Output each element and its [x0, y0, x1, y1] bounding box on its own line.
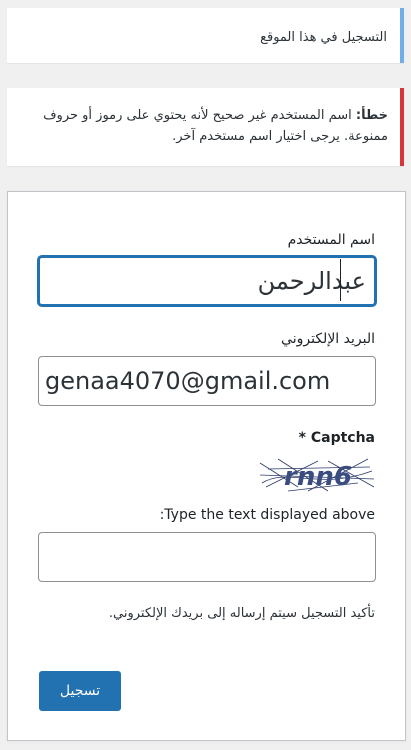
info-notice: التسجيل في هذا الموقع — [7, 8, 404, 63]
captcha-title: * Captcha — [298, 430, 375, 446]
captcha-field[interactable] — [38, 532, 376, 582]
error-notice-message: اسم المستخدم غير صحيح لأنه يحتوي على رمو… — [43, 108, 388, 144]
email-label: البريد الإلكتروني — [281, 331, 375, 347]
captcha-image: rnn6 — [258, 457, 376, 493]
info-notice-text: التسجيل في هذا الموقع — [260, 30, 387, 45]
confirmation-note: تأكيد التسجيل سيتم إرساله إلى بريدك الإل… — [108, 606, 375, 621]
text-caret — [340, 259, 341, 301]
error-notice: خطأ: اسم المستخدم غير صحيح لأنه يحتوي عل… — [7, 88, 404, 166]
username-field[interactable] — [38, 256, 376, 306]
register-button[interactable]: تسجيل — [39, 671, 121, 711]
registration-form: اسم المستخدم البريد الإلكتروني * Captcha… — [7, 191, 406, 741]
captcha-prompt: :Type the text displayed above — [159, 507, 375, 523]
error-notice-prefix: خطأ: — [355, 108, 388, 123]
captcha-image-text: rnn6 — [284, 462, 352, 492]
email-field[interactable] — [38, 356, 376, 406]
username-label: اسم المستخدم — [287, 232, 375, 248]
